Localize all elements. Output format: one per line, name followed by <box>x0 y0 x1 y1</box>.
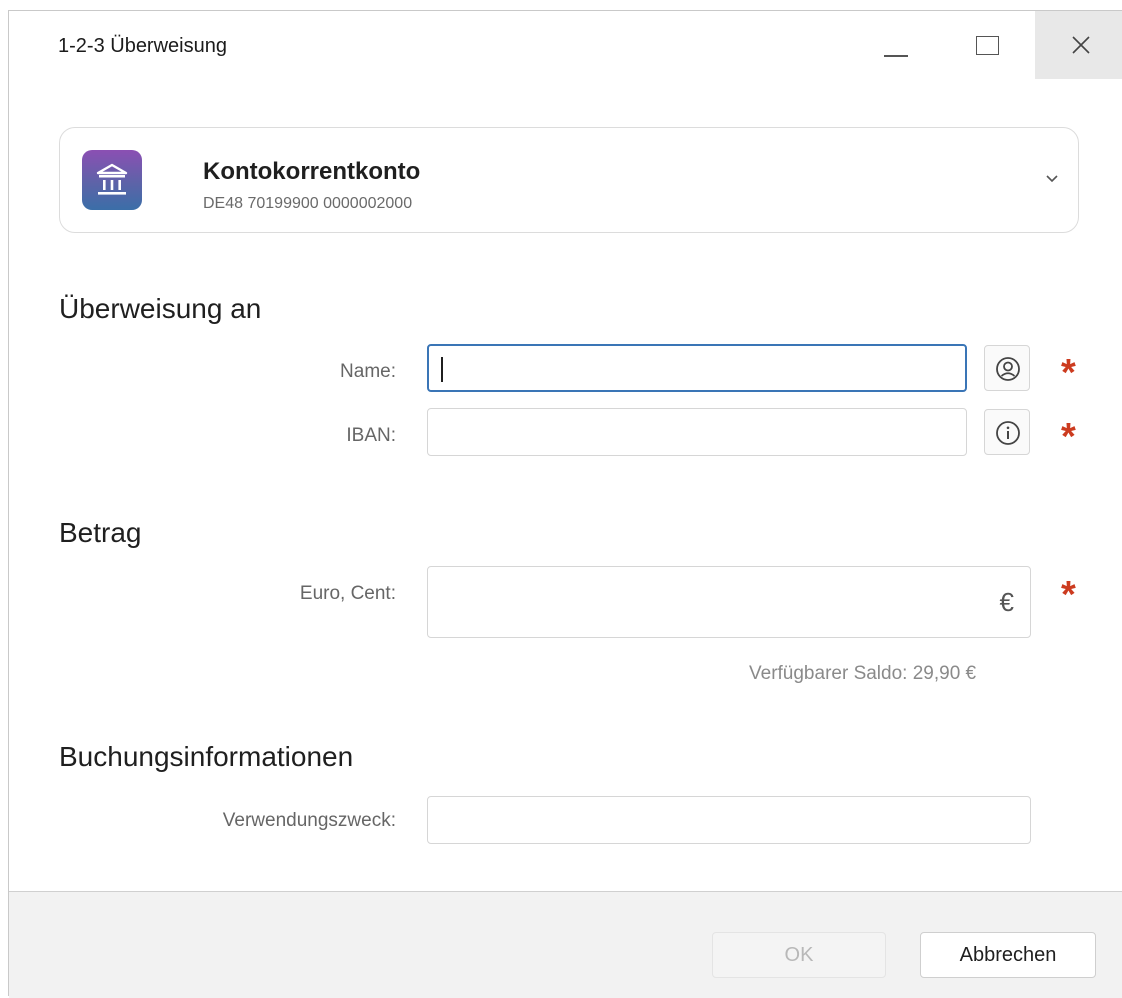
name-label: Name: <box>340 361 396 382</box>
minimize-icon <box>884 55 908 57</box>
title-bar: 1-2-3 Überweisung <box>9 11 1122 79</box>
close-icon <box>1072 36 1090 54</box>
name-required-mark: * <box>1061 352 1076 394</box>
transfer-dialog: 1-2-3 Überweisung Kontokorrentkonto DE48 <box>8 10 1122 998</box>
ok-button[interactable]: OK <box>712 932 886 978</box>
close-button[interactable] <box>1035 11 1122 79</box>
purpose-input[interactable] <box>427 796 1031 844</box>
minimize-button[interactable] <box>857 11 935 79</box>
account-selector[interactable]: Kontokorrentkonto DE48 70199900 00000020… <box>59 127 1079 233</box>
amount-label: Euro, Cent: <box>299 583 396 604</box>
account-iban: DE48 70199900 0000002000 <box>203 195 413 212</box>
account-name: Kontokorrentkonto <box>203 158 421 185</box>
amount-input[interactable]: € <box>427 566 1031 638</box>
dialog-footer: OK Abbrechen <box>9 891 1122 998</box>
info-icon <box>996 421 1020 445</box>
available-balance: Verfügbarer Saldo: 29,90 € <box>749 663 977 684</box>
bank-icon <box>82 150 142 210</box>
iban-info-button[interactable] <box>984 409 1030 455</box>
amount-required-mark: * <box>1061 574 1076 616</box>
contacts-button[interactable] <box>984 345 1030 391</box>
name-input[interactable] <box>427 344 967 392</box>
section-title-recipient: Überweisung an <box>59 293 262 324</box>
cancel-button[interactable]: Abbrechen <box>920 932 1096 978</box>
user-circle-icon <box>996 357 1020 381</box>
iban-required-mark: * <box>1061 416 1076 458</box>
euro-sign: € <box>999 587 1014 617</box>
iban-label: IBAN: <box>346 425 396 446</box>
section-title-booking: Buchungsinformationen <box>59 741 354 772</box>
text-caret <box>441 357 443 382</box>
window-title: 1-2-3 Überweisung <box>58 35 227 57</box>
purpose-label: Verwendungszweck: <box>222 810 396 831</box>
maximize-button[interactable] <box>948 11 1026 79</box>
chevron-down-icon[interactable] <box>1043 172 1061 184</box>
iban-input[interactable] <box>427 408 967 456</box>
maximize-icon <box>976 36 999 55</box>
section-title-amount: Betrag <box>59 517 142 548</box>
